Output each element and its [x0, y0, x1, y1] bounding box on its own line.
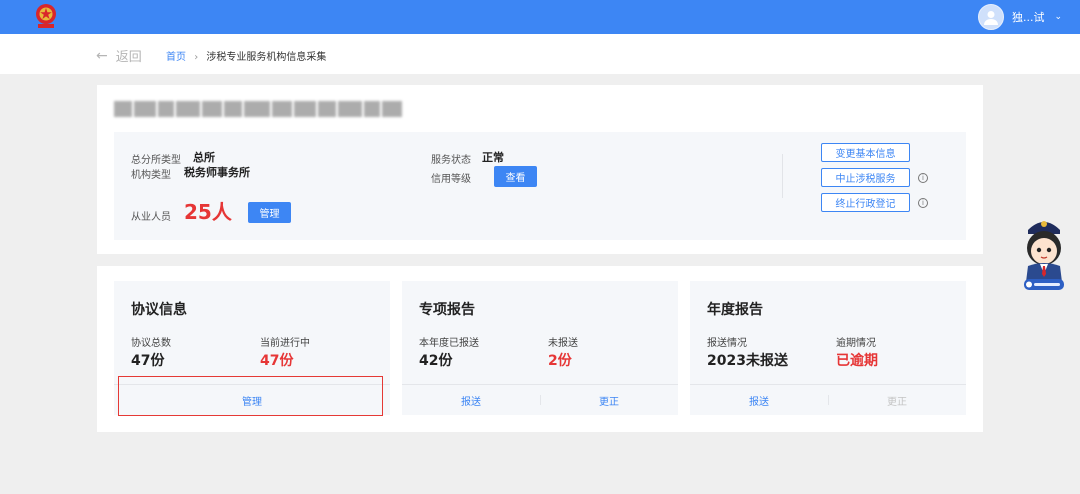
annual-report-panel: 年度报告 报送情况 2023未报送 逾期情况 已逾期 报送 更正	[690, 281, 966, 415]
annual-overdue-value: 已逾期	[836, 353, 878, 369]
arrow-left-icon: ←	[96, 47, 108, 64]
agreement-total-label: 协议总数	[131, 338, 171, 349]
special-submitted-label: 本年度已报送	[419, 338, 479, 349]
change-basic-info-button[interactable]: 变更基本信息	[821, 143, 910, 162]
breadcrumb-current: 涉税专业服务机构信息采集	[206, 52, 327, 63]
staff-label: 从业人员	[131, 212, 171, 223]
agreement-title: 协议信息	[131, 302, 187, 318]
annual-submit-button[interactable]: 报送	[690, 385, 828, 415]
agreement-ongoing-value: 47份	[260, 353, 294, 369]
annual-status-value: 2023未报送	[707, 353, 788, 369]
staff-manage-button[interactable]: 管理	[248, 202, 291, 223]
service-status-value: 正常	[482, 151, 504, 164]
branch-type-value: 总所	[193, 151, 215, 164]
breadcrumb-bar: ← 返回 首页 › 涉税专业服务机构信息采集	[0, 34, 1080, 74]
info-icon[interactable]: i	[918, 198, 928, 208]
chevron-down-icon[interactable]: ⌄	[1054, 12, 1062, 22]
highlight-box	[118, 376, 383, 416]
assistant-mascot-icon[interactable]	[1016, 212, 1072, 294]
org-name-redacted	[114, 101, 404, 123]
suspend-service-button[interactable]: 中止涉税服务	[821, 168, 910, 187]
user-avatar-icon	[977, 4, 1004, 30]
credit-view-button[interactable]: 查看	[494, 166, 537, 187]
annual-report-title: 年度报告	[707, 302, 763, 318]
org-info-card: 总分所类型 总所 机构类型 税务师事务所 从业人员 25人 管理 服务状态 正常…	[97, 85, 983, 254]
special-submitted-value: 42份	[419, 353, 453, 369]
staff-count: 25人	[184, 200, 232, 224]
info-icon[interactable]: i	[918, 173, 928, 183]
back-label: 返回	[115, 50, 142, 65]
branch-type-label: 总分所类型	[131, 155, 181, 166]
user-menu[interactable]: 独...试 ⌄	[977, 3, 1062, 31]
divider	[782, 154, 783, 198]
national-emblem-icon	[36, 4, 56, 28]
special-correct-button[interactable]: 更正	[540, 385, 678, 415]
terminate-registration-button[interactable]: 终止行政登记	[821, 193, 910, 212]
back-button[interactable]: ← 返回	[96, 46, 142, 66]
special-submit-button[interactable]: 报送	[402, 385, 540, 415]
breadcrumb-separator: ›	[194, 52, 199, 63]
credit-label: 信用等级	[431, 174, 471, 185]
user-name: 独...试	[1011, 11, 1045, 24]
org-type-label: 机构类型	[131, 170, 171, 181]
org-info-box: 总分所类型 总所 机构类型 税务师事务所 从业人员 25人 管理 服务状态 正常…	[114, 132, 966, 240]
annual-correct-button: 更正	[887, 396, 907, 408]
annual-overdue-label: 逾期情况	[836, 338, 876, 349]
special-report-panel: 专项报告 本年度已报送 42份 未报送 2份 报送 更正	[402, 281, 678, 415]
annual-status-label: 报送情况	[707, 338, 747, 349]
special-report-title: 专项报告	[419, 302, 475, 318]
breadcrumb-home-link[interactable]: 首页	[166, 52, 186, 63]
service-status-label: 服务状态	[431, 155, 471, 166]
special-unsent-label: 未报送	[548, 338, 578, 349]
breadcrumb: 首页 › 涉税专业服务机构信息采集	[166, 48, 326, 63]
special-unsent-value: 2份	[548, 353, 572, 369]
agreement-ongoing-label: 当前进行中	[260, 338, 310, 349]
org-type-value: 税务师事务所	[184, 166, 250, 179]
agreement-total-value: 47份	[131, 353, 165, 369]
top-bar: 独...试 ⌄	[0, 0, 1080, 34]
